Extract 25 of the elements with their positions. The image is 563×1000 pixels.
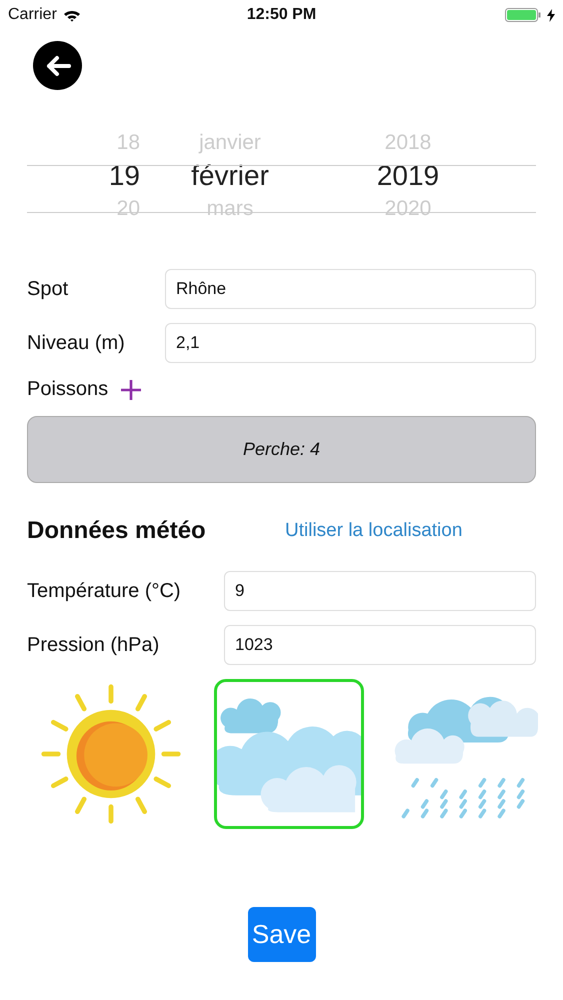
save-button[interactable]: Save <box>248 907 316 962</box>
fish-label: Poissons <box>27 378 108 401</box>
picker-option[interactable]: février <box>191 155 269 197</box>
input-field[interactable]: 2,1 <box>165 323 536 363</box>
battery-icon <box>505 8 543 22</box>
picker-option[interactable]: 19 <box>108 155 140 197</box>
section-title: Données météo <box>27 517 207 545</box>
field-label: Spot <box>27 278 70 300</box>
input-field[interactable]: 1023 <box>224 625 536 665</box>
carrier-name: Carrier <box>8 6 57 24</box>
charging-icon <box>547 8 555 22</box>
status-time: 12:50 PM <box>246 6 316 24</box>
wifi-icon <box>62 8 81 22</box>
field-label: Pression (hPa) <box>27 634 160 656</box>
weather-option[interactable] <box>214 679 364 829</box>
back-button[interactable] <box>33 41 82 90</box>
location-link[interactable]: Utiliser la localisation <box>285 520 462 542</box>
back-arrow-icon <box>44 54 70 76</box>
field-label: Température (°C) <box>27 580 182 602</box>
picker-option[interactable]: 2019 <box>376 155 440 197</box>
input-field[interactable]: 9 <box>224 571 536 611</box>
fish-entry[interactable]: Perche: 4 <box>27 416 536 483</box>
field-label: Niveau (m) <box>27 332 126 354</box>
input-field[interactable]: Rhône <box>165 269 536 309</box>
plus-icon[interactable] <box>120 378 142 400</box>
